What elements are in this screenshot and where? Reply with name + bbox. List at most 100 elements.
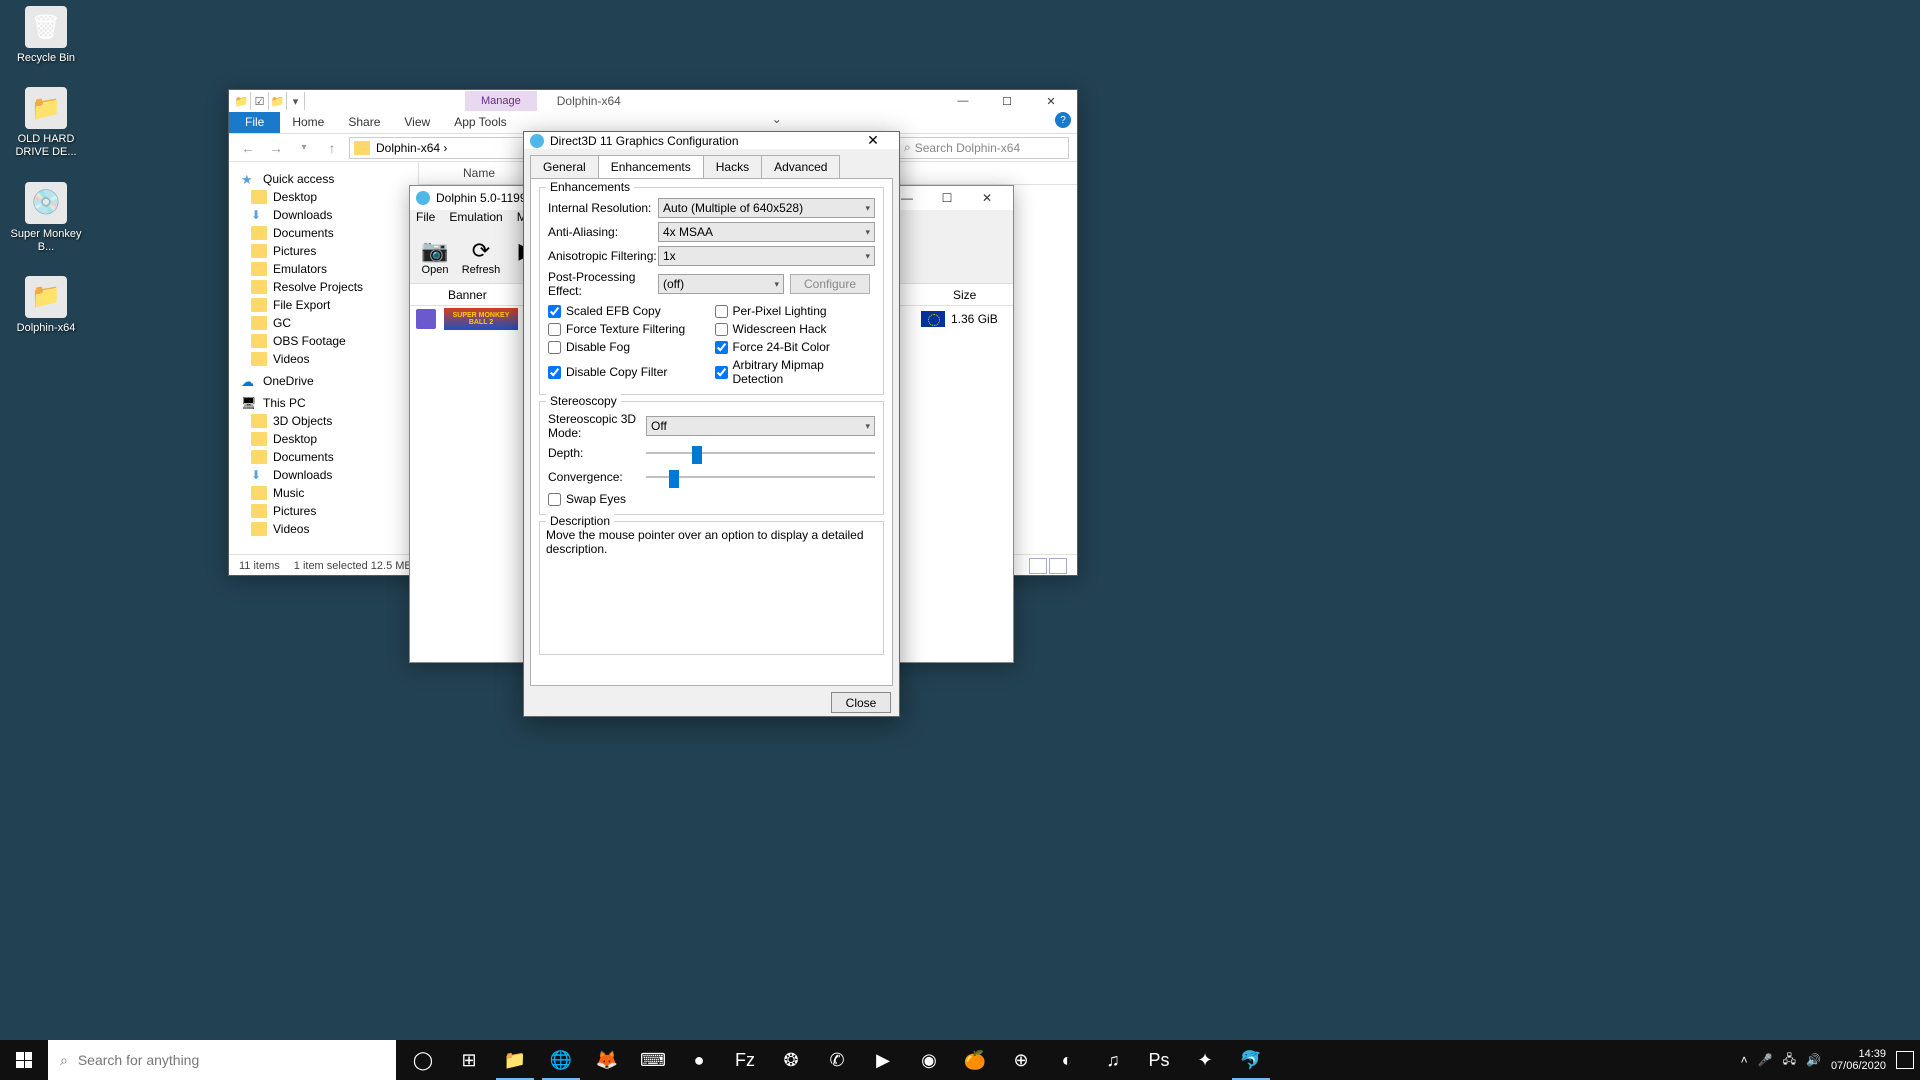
ribbon-tab-share[interactable]: Share [336, 112, 392, 133]
desktop-icon-recycle-bin[interactable]: 🗑 Recycle Bin [6, 6, 86, 65]
sidebar-item-downloads-pc[interactable]: Downloads [229, 466, 418, 484]
folder-icon[interactable]: 📁 [233, 92, 251, 110]
select-internal-resolution[interactable]: Auto (Multiple of 640x528) [658, 198, 875, 218]
sidebar-item-documents[interactable]: Documents [229, 224, 418, 242]
column-size[interactable]: Size [943, 288, 1013, 302]
checkbox-force-texture-filtering[interactable]: Force Texture Filtering [548, 322, 709, 336]
app-icon[interactable]: ◐ [1044, 1040, 1090, 1080]
back-button[interactable]: ← [237, 137, 259, 159]
network-icon[interactable]: 🖧 [1783, 1050, 1796, 1071]
refresh-button[interactable]: ⟳Refresh [462, 232, 500, 281]
ribbon-collapse-icon[interactable]: ⌄ [772, 112, 782, 133]
checkbox-disable-fog[interactable]: Disable Fog [548, 340, 709, 354]
tab-hacks[interactable]: Hacks [703, 155, 762, 178]
app-icon[interactable]: ✦ [1182, 1040, 1228, 1080]
dialog-titlebar[interactable]: Direct3D 11 Graphics Configuration ✕ [524, 132, 899, 149]
checkbox-arbitrary-mipmap[interactable]: Arbitrary Mipmap Detection [715, 358, 876, 386]
desktop-icon-super-monkey-ball[interactable]: 💿 Super Monkey B... [6, 182, 86, 254]
select-stereo-mode[interactable]: Off [646, 416, 875, 436]
explorer-titlebar[interactable]: 📁 ☑ 📁 ▾ Manage Dolphin-x64 — ☐ ✕ [229, 90, 1077, 112]
tray-chevron-icon[interactable]: ˄ [1741, 1053, 1748, 1067]
configure-button[interactable]: Configure [790, 274, 870, 294]
desktop-icon-old-hard-drive[interactable]: 📁 OLD HARD DRIVE DE... [6, 87, 86, 159]
checkbox-swap-eyes[interactable]: Swap Eyes [548, 492, 875, 506]
explorer-icon[interactable]: 📁 [492, 1040, 538, 1080]
app-icon[interactable]: ● [676, 1040, 722, 1080]
search-input[interactable]: ⌕ Search Dolphin-x64 [899, 137, 1069, 159]
contextual-tab-manage[interactable]: Manage [465, 91, 537, 111]
sidebar-item-onedrive[interactable]: OneDrive [229, 372, 418, 390]
whatsapp-icon[interactable]: ✆ [814, 1040, 860, 1080]
checkbox-disable-copy-filter[interactable]: Disable Copy Filter [548, 358, 709, 386]
photoshop-icon[interactable]: Ps [1136, 1040, 1182, 1080]
menu-file[interactable]: File [416, 210, 435, 230]
sidebar-item-downloads[interactable]: Downloads [229, 206, 418, 224]
sidebar-item-desktop-pc[interactable]: Desktop [229, 430, 418, 448]
volume-icon[interactable]: 🔊 [1806, 1053, 1821, 1067]
sidebar-item-emulators[interactable]: Emulators [229, 260, 418, 278]
vscode-icon[interactable]: ⌨ [630, 1040, 676, 1080]
maximize-button[interactable]: ☐ [927, 187, 967, 209]
tab-enhancements[interactable]: Enhancements [598, 155, 704, 178]
sidebar-item-documents-pc[interactable]: Documents [229, 448, 418, 466]
task-view-icon[interactable]: ⊞ [446, 1040, 492, 1080]
menu-emulation[interactable]: Emulation [449, 210, 502, 230]
sidebar-item-resolve-projects[interactable]: Resolve Projects [229, 278, 418, 296]
sidebar-item-pictures[interactable]: Pictures [229, 242, 418, 260]
ribbon-tab-app-tools[interactable]: App Tools [442, 112, 518, 133]
select-anisotropic-filtering[interactable]: 1x [658, 246, 875, 266]
breadcrumb[interactable]: Dolphin-x64 › [376, 141, 447, 155]
app-icon[interactable]: ◉ [906, 1040, 952, 1080]
view-details-icon[interactable] [1029, 558, 1047, 574]
column-name[interactable]: Name [453, 166, 505, 180]
checkbox-per-pixel-lighting[interactable]: Per-Pixel Lighting [715, 304, 876, 318]
ribbon-tab-file[interactable]: File [229, 112, 280, 133]
microphone-icon[interactable]: 🎤 [1758, 1053, 1773, 1067]
dolphin-taskbar-icon[interactable]: 🐬 [1228, 1040, 1274, 1080]
sidebar-item-3d-objects[interactable]: 3D Objects [229, 412, 418, 430]
tab-general[interactable]: General [530, 155, 599, 178]
checkbox-scaled-efb-copy[interactable]: Scaled EFB Copy [548, 304, 709, 318]
cortana-icon[interactable]: ◯ [400, 1040, 446, 1080]
forward-button[interactable]: → [265, 137, 287, 159]
close-button[interactable]: ✕ [1029, 91, 1073, 111]
checkbox-force-24bit-color[interactable]: Force 24-Bit Color [715, 340, 876, 354]
slider-thumb[interactable] [692, 446, 702, 464]
app-icon[interactable]: ⊕ [998, 1040, 1044, 1080]
sidebar-item-videos[interactable]: Videos [229, 350, 418, 368]
sidebar-item-videos-pc[interactable]: Videos [229, 520, 418, 538]
maximize-button[interactable]: ☐ [985, 91, 1029, 111]
clock[interactable]: 14:39 07/06/2020 [1831, 1048, 1886, 1072]
close-button[interactable]: ✕ [967, 187, 1007, 209]
slider-convergence[interactable] [646, 468, 875, 486]
close-button[interactable]: ✕ [853, 132, 893, 149]
close-button[interactable]: Close [831, 692, 891, 713]
app-icon[interactable]: 🍊 [952, 1040, 998, 1080]
checkbox-widescreen-hack[interactable]: Widescreen Hack [715, 322, 876, 336]
notifications-icon[interactable] [1896, 1051, 1914, 1069]
sidebar-item-file-export[interactable]: File Export [229, 296, 418, 314]
search-input[interactable]: ⌕ Search for anything [48, 1040, 396, 1080]
minimize-button[interactable]: — [941, 91, 985, 111]
tab-advanced[interactable]: Advanced [761, 155, 840, 178]
view-large-icon[interactable] [1049, 558, 1067, 574]
ribbon-tab-view[interactable]: View [392, 112, 442, 133]
new-folder-icon[interactable]: 📁 [269, 92, 287, 110]
sidebar-item-quick-access[interactable]: Quick access [229, 170, 418, 188]
sidebar-item-pictures-pc[interactable]: Pictures [229, 502, 418, 520]
amazon-music-icon[interactable]: ♫ [1090, 1040, 1136, 1080]
sidebar-item-this-pc[interactable]: This PC [229, 394, 418, 412]
help-icon[interactable]: ? [1055, 112, 1071, 128]
filezilla-icon[interactable]: Fz [722, 1040, 768, 1080]
media-icon[interactable]: ▶ [860, 1040, 906, 1080]
sidebar-item-gc[interactable]: GC [229, 314, 418, 332]
firefox-icon[interactable]: 🦊 [584, 1040, 630, 1080]
chrome-icon[interactable]: 🌐 [538, 1040, 584, 1080]
up-button[interactable]: ↑ [321, 137, 343, 159]
slider-depth[interactable] [646, 444, 875, 462]
sidebar-item-obs-footage[interactable]: OBS Footage [229, 332, 418, 350]
column-banner[interactable]: Banner [438, 288, 518, 302]
select-anti-aliasing[interactable]: 4x MSAA [658, 222, 875, 242]
qat-dropdown-icon[interactable]: ▾ [287, 92, 305, 110]
ribbon-tab-home[interactable]: Home [280, 112, 336, 133]
